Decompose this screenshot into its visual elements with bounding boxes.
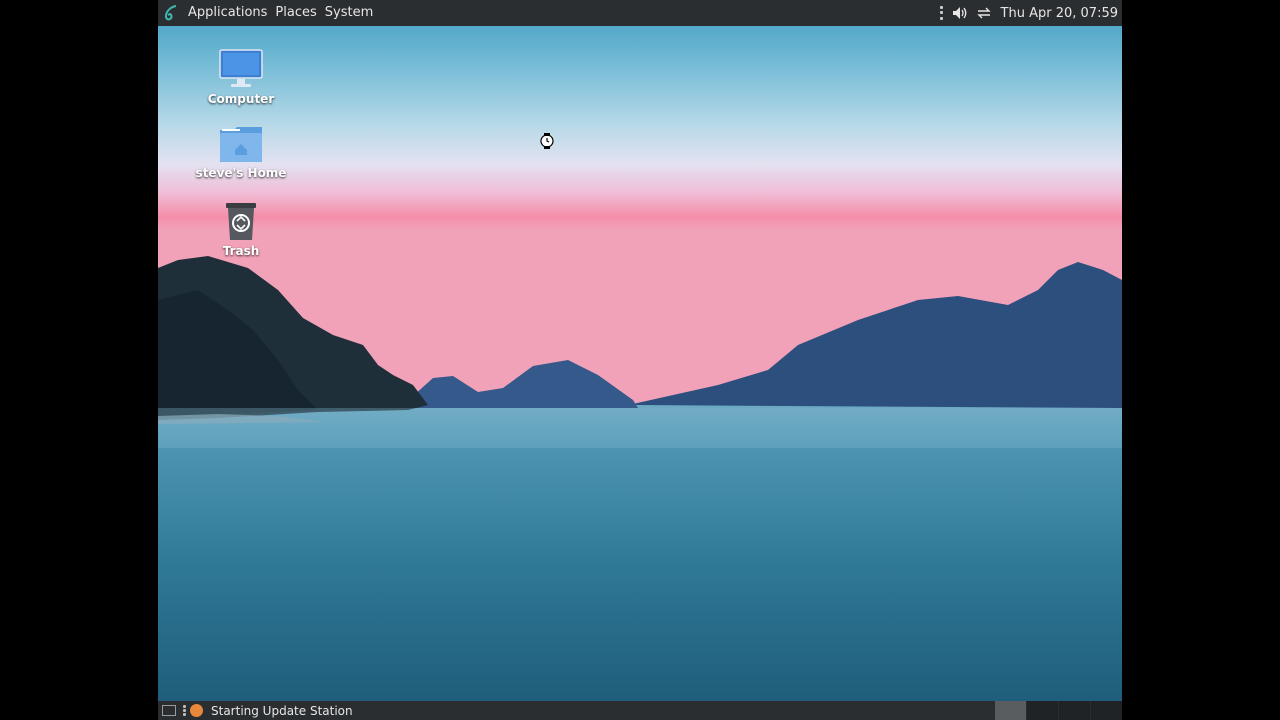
- desktop-icon-label: steve's Home: [195, 166, 287, 180]
- desktop-icon-label: Computer: [207, 92, 275, 106]
- update-station-icon: [190, 704, 203, 717]
- distro-logo-icon[interactable]: [158, 0, 184, 26]
- workspace-1[interactable]: [995, 701, 1026, 720]
- tray-handle[interactable]: [939, 5, 945, 21]
- clock[interactable]: Thu Apr 20, 07:59: [1001, 6, 1118, 21]
- places-menu[interactable]: Places: [271, 0, 320, 26]
- desktop-screen: Applications Places System Thu Apr 20, 0…: [158, 0, 1122, 720]
- desktop-icon-trash[interactable]: Trash: [191, 200, 291, 258]
- taskbar-item-label: Starting Update Station: [211, 703, 353, 718]
- desktop-icon-home[interactable]: steve's Home: [191, 124, 291, 180]
- trash-icon: [226, 203, 256, 240]
- taskbar-item-update-station[interactable]: Starting Update Station: [190, 704, 353, 718]
- desktop-icon-computer[interactable]: Computer: [191, 48, 291, 106]
- top-panel: Applications Places System Thu Apr 20, 0…: [158, 0, 1122, 26]
- workspace-2[interactable]: [1027, 701, 1058, 720]
- bottom-panel: Starting Update Station: [158, 701, 1122, 720]
- workspace-3[interactable]: [1059, 701, 1090, 720]
- desktop-icon-label: Trash: [222, 244, 260, 258]
- home-folder-icon: [220, 127, 262, 162]
- wallpaper-image: [158, 0, 1122, 720]
- panel-handle[interactable]: [182, 704, 186, 717]
- system-menu[interactable]: System: [321, 0, 377, 26]
- volume-icon[interactable]: [951, 4, 969, 22]
- network-icon[interactable]: [975, 4, 993, 22]
- applications-menu[interactable]: Applications: [184, 0, 271, 26]
- workspace-4[interactable]: [1091, 701, 1122, 720]
- busy-cursor-icon: [540, 133, 554, 149]
- computer-icon: [219, 49, 263, 87]
- show-desktop-button[interactable]: [162, 705, 176, 716]
